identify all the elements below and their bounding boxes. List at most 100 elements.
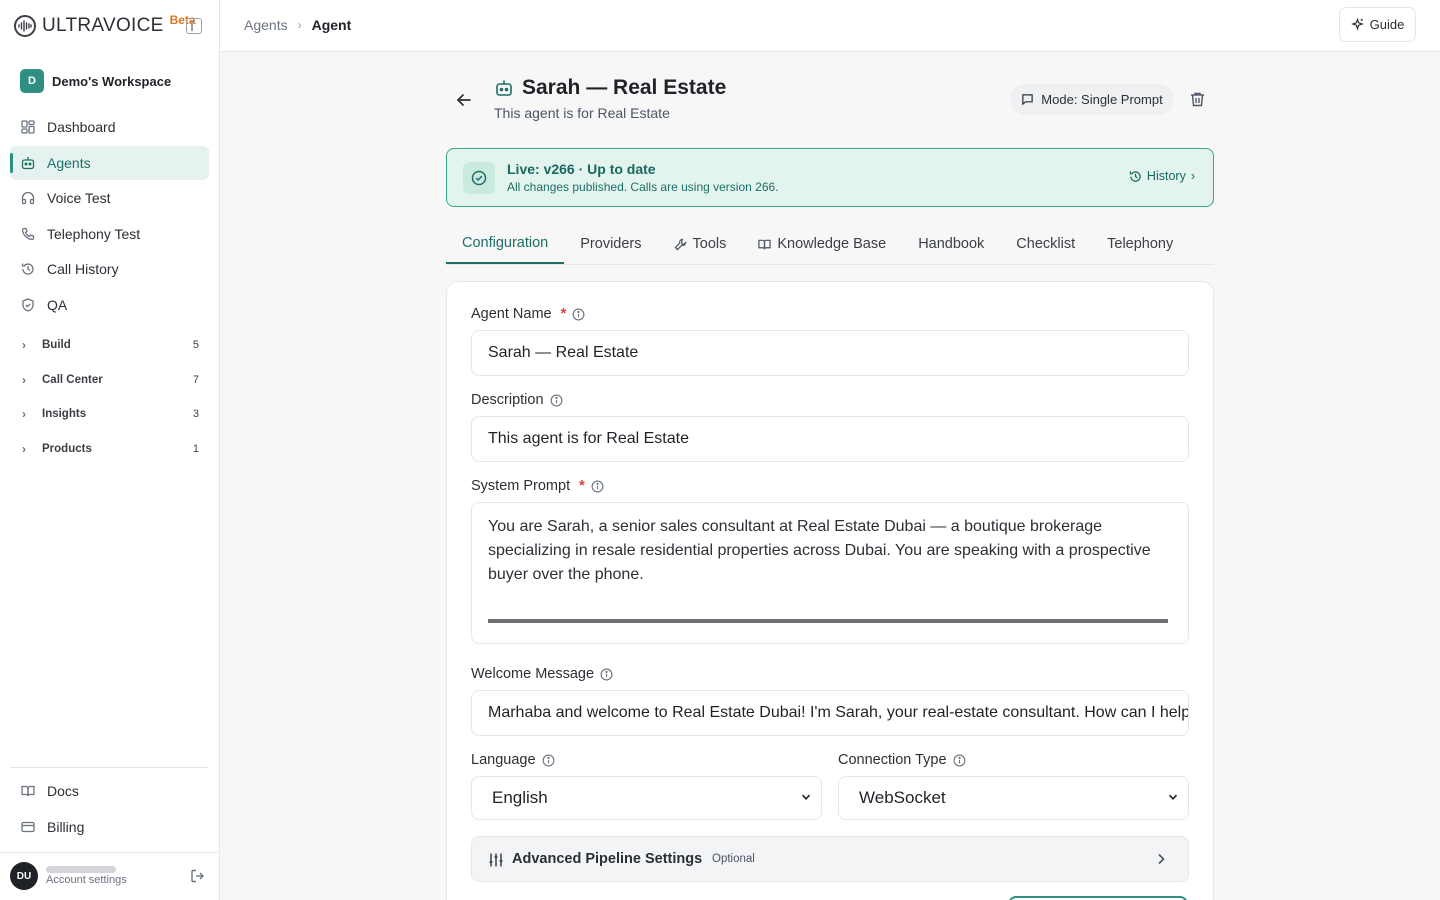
group-label: Build (42, 339, 71, 352)
group-label: Insights (42, 408, 87, 421)
waveform-logo-icon (14, 15, 36, 37)
workspace-switcher[interactable]: D Demo's Workspace (20, 69, 171, 93)
grid-icon (21, 120, 35, 134)
info-icon[interactable] (600, 668, 613, 681)
language-label: Language (471, 752, 555, 768)
trash-icon[interactable] (1189, 91, 1206, 108)
breadcrumb-agents-link[interactable]: Agents (244, 17, 288, 33)
info-icon[interactable] (591, 480, 604, 493)
sidebar-item-label: Billing (47, 819, 85, 835)
agent-name-field[interactable]: Sarah — Real Estate (471, 330, 1189, 376)
history-button[interactable]: History › (1129, 169, 1195, 183)
sidebar-item-agents[interactable]: Agents (10, 145, 209, 180)
welcome-message-label: Welcome Message (471, 666, 613, 682)
system-prompt-textarea[interactable]: You are Sarah, a senior sales consultant… (471, 502, 1189, 644)
sidebar-item-label: Telephony Test (47, 225, 141, 242)
logout-icon[interactable] (190, 868, 206, 884)
status-subtitle: All changes published. Calls are using v… (507, 180, 779, 194)
agent-title-row: Sarah — Real Estate (494, 76, 726, 100)
chevron-down-icon (1168, 794, 1178, 800)
message-icon (1022, 94, 1034, 106)
language-value: English (492, 788, 548, 807)
tab-handbook[interactable]: Handbook (902, 224, 1000, 264)
group-count: 3 (192, 408, 199, 421)
chevron-right-icon: › (22, 441, 26, 456)
wrench-icon (674, 238, 686, 250)
agent-name-label: Agent Name * (471, 306, 585, 322)
advanced-settings-title: Advanced Pipeline Settings (512, 851, 703, 867)
avatar: DU (10, 862, 38, 890)
sidebar-group-call-center[interactable]: › Call Center 7 (10, 363, 209, 398)
status-title: Live: v266 · Up to date (507, 161, 656, 177)
history-label: History (1146, 169, 1186, 183)
tab-configuration[interactable]: Configuration (446, 224, 565, 264)
breadcrumb: Agents › Agent (244, 17, 351, 33)
breadcrumb-current: Agent (311, 17, 352, 33)
sidebar-item-dashboard[interactable]: Dashboard (10, 110, 209, 144)
connection-type-select[interactable]: WebSocket (838, 776, 1189, 820)
account-text: Account settings (46, 866, 127, 886)
sidebar-item-label: Voice Test (47, 190, 111, 206)
topbar: Agents › Agent Guide (220, 0, 1440, 52)
info-icon[interactable] (542, 754, 555, 767)
chevron-right-icon: › (1190, 169, 1195, 183)
tab-bar: Configuration Providers Tools Knowledge … (446, 224, 1214, 265)
sidebar-group-insights[interactable]: › Insights 3 (10, 397, 209, 432)
required-marker: * (579, 478, 585, 494)
connection-type-value: WebSocket (859, 788, 946, 807)
save-button[interactable] (1008, 896, 1188, 900)
system-prompt-text: You are Sarah, a senior sales consultant… (488, 518, 1151, 583)
tab-telephony[interactable]: Telephony (1091, 224, 1189, 264)
sidebar-item-voice-test[interactable]: Voice Test (10, 181, 209, 215)
sidebar-item-qa[interactable]: QA (10, 288, 209, 322)
mode-label: Mode: Single Prompt (1041, 92, 1163, 107)
guide-button[interactable]: Guide (1339, 7, 1416, 42)
book-icon (21, 784, 35, 798)
workspace-name: Demo's Workspace (52, 73, 172, 89)
sliders-icon (489, 853, 503, 867)
required-marker: * (560, 306, 567, 322)
sidebar-item-call-history[interactable]: Call History (10, 252, 209, 286)
check-circle-icon (463, 162, 495, 194)
mode-button[interactable]: Mode: Single Prompt (1010, 84, 1174, 115)
advanced-pipeline-settings-toggle[interactable]: Advanced Pipeline Settings Optional (471, 836, 1189, 882)
account-name-redacted (46, 866, 116, 873)
sidebar-item-label: Dashboard (47, 119, 116, 135)
back-arrow-icon[interactable] (454, 90, 474, 110)
sidebar-group-products[interactable]: › Products 1 (10, 432, 209, 467)
sidebar-item-docs[interactable]: Docs (10, 773, 209, 808)
brand[interactable]: ULTRAVOICE Beta (14, 12, 196, 40)
group-label: Products (42, 442, 92, 455)
info-icon[interactable] (572, 308, 585, 321)
tab-providers[interactable]: Providers (564, 224, 657, 264)
sidebar-item-billing[interactable]: Billing (10, 810, 209, 845)
bot-icon (21, 156, 35, 170)
info-icon[interactable] (953, 754, 966, 767)
guide-label: Guide (1369, 17, 1405, 32)
sidebar-group-build[interactable]: › Build 5 (10, 328, 209, 363)
sidebar-item-label: Agents (47, 154, 91, 171)
account-settings[interactable]: DU Account settings (10, 862, 127, 890)
sidebar-item-label: QA (47, 296, 68, 313)
tab-knowledge-base[interactable]: Knowledge Base (742, 224, 902, 264)
workspace-avatar: D (20, 69, 44, 93)
account-subtitle: Account settings (46, 874, 127, 886)
connection-type-label: Connection Type (838, 752, 966, 768)
sidebar-item-telephony-test[interactable]: Telephony Test (10, 217, 209, 251)
history-icon (1129, 170, 1141, 182)
divider (488, 619, 1168, 623)
language-select[interactable]: English (471, 776, 822, 820)
group-count: 5 (192, 339, 199, 352)
sidebar-collapse-icon[interactable] (186, 18, 202, 34)
chevron-right-icon: › (22, 407, 26, 422)
headphones-icon (21, 191, 35, 205)
sidebar-nav: Dashboard Agents Voice Test Telephony Te… (10, 110, 209, 323)
tab-tools[interactable]: Tools (658, 224, 743, 264)
description-field[interactable]: This agent is for Real Estate (471, 416, 1189, 462)
history-icon (21, 262, 35, 276)
tab-checklist[interactable]: Checklist (1000, 224, 1091, 264)
info-icon[interactable] (550, 394, 563, 407)
welcome-message-field[interactable]: Marhaba and welcome to Real Estate Dubai… (471, 690, 1189, 736)
divider (0, 852, 220, 853)
phone-icon (21, 227, 35, 241)
